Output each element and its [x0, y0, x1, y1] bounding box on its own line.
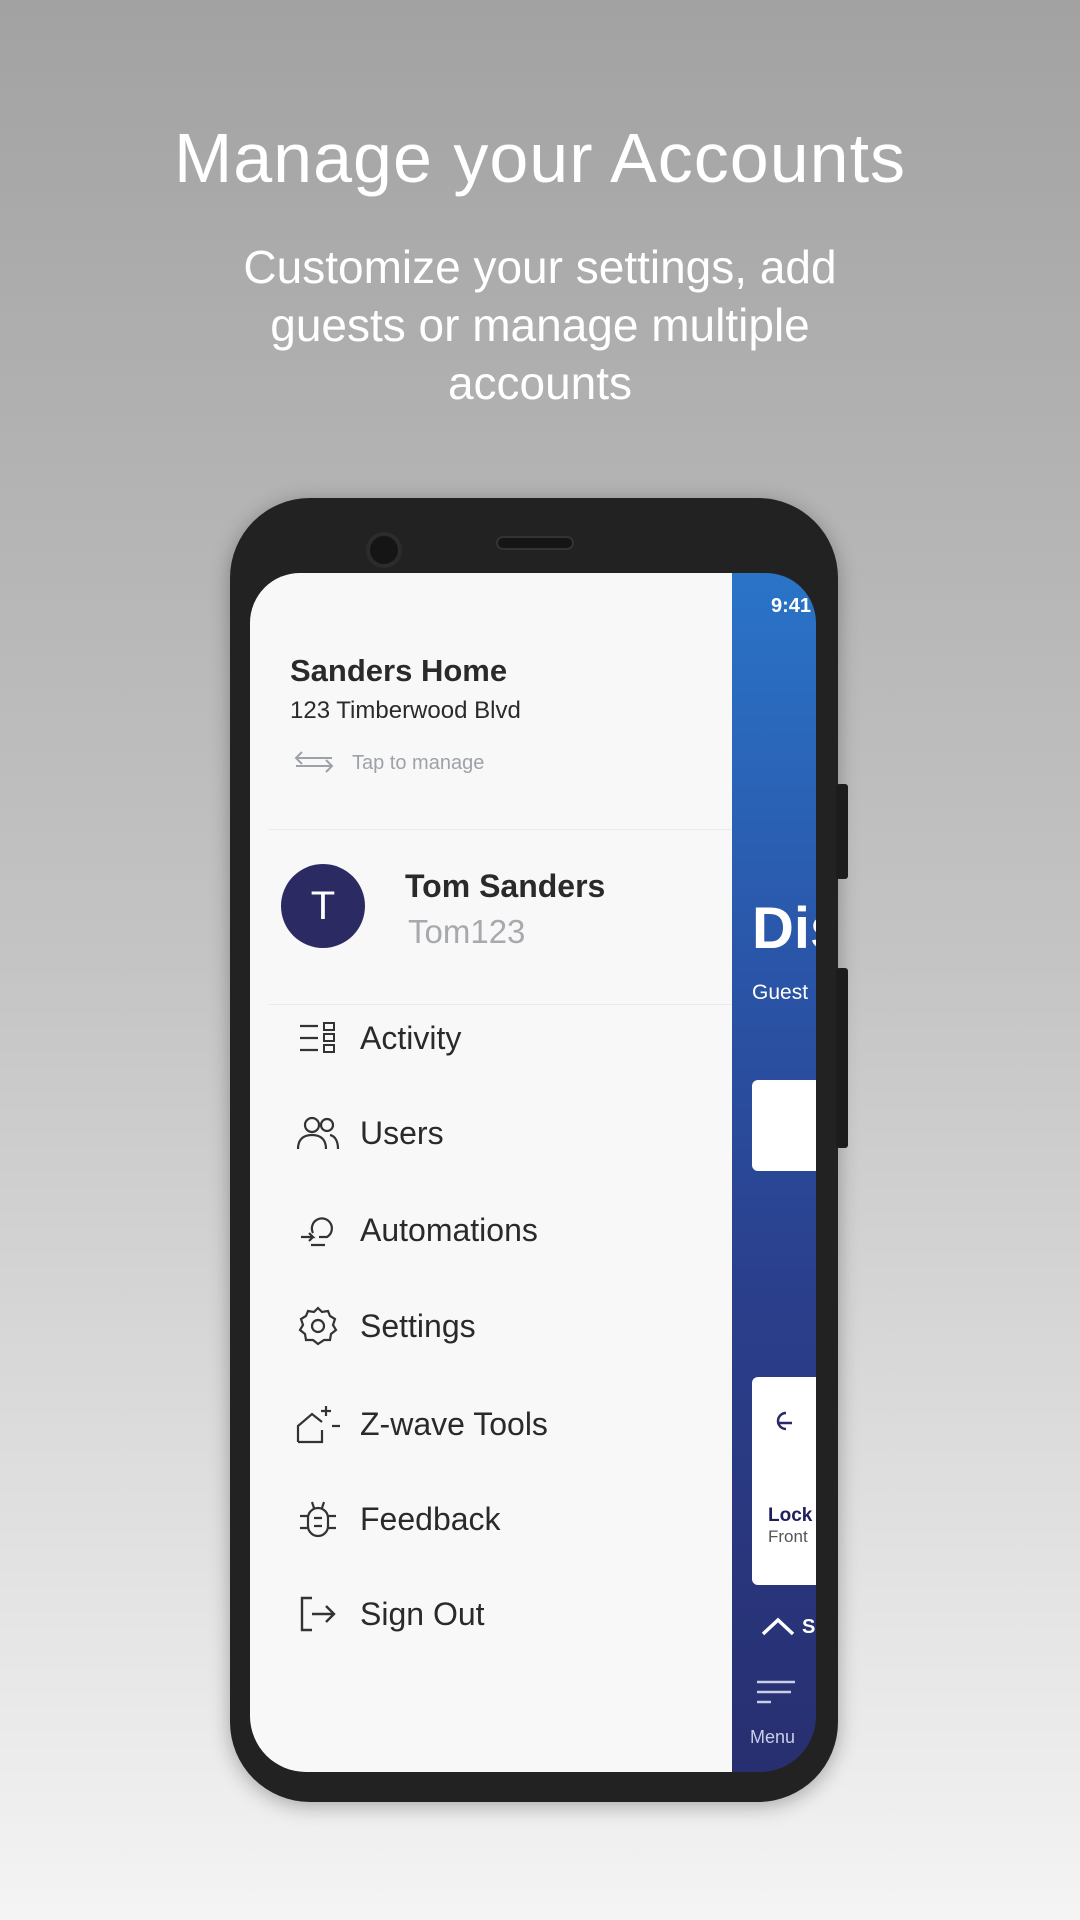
divider [268, 1004, 732, 1005]
lock-card[interactable]: Lock Front [752, 1377, 816, 1585]
power-button [836, 784, 848, 879]
menu-item-feedback[interactable]: Feedback [294, 1489, 501, 1549]
menu-item-settings[interactable]: Settings [294, 1296, 476, 1356]
bug-icon [294, 1495, 342, 1543]
gear-icon [294, 1302, 342, 1350]
dashboard-heading: Dis [752, 896, 816, 961]
menu-item-activity[interactable]: Activity [294, 1008, 461, 1068]
lock-icon [776, 1411, 792, 1431]
menu-item-label: Sign Out [360, 1595, 485, 1632]
speaker [496, 536, 574, 550]
promo-subtitle: Customize your settings, add guests or m… [243, 241, 837, 409]
menu-icon[interactable] [755, 1679, 797, 1711]
menu-item-zwave-tools[interactable]: Z-wave Tools [294, 1394, 548, 1454]
promo-title: Manage your Accounts [173, 119, 907, 197]
tap-to-manage-label: Tap to manage [352, 752, 485, 774]
camera [366, 532, 402, 568]
menu-item-label: Users [360, 1114, 444, 1151]
dashboard-subheading: Guest [752, 981, 809, 1004]
menu-item-label: Automations [360, 1211, 538, 1248]
automations-icon [294, 1206, 342, 1254]
user-name: Tom Sanders [405, 868, 606, 904]
dashboard-card[interactable] [752, 1080, 816, 1171]
home-name: Sanders Home [290, 653, 508, 688]
menu-item-automations[interactable]: Automations [294, 1200, 538, 1260]
activity-list-icon [294, 1014, 342, 1062]
lock-card-title: Lock [768, 1505, 813, 1526]
navigation-drawer: Sanders Home 123 Timberwood Blvd Tap to … [250, 573, 732, 1772]
zwave-home-icon [294, 1400, 342, 1448]
chevron-up-icon[interactable] [760, 1615, 796, 1637]
menu-label[interactable]: Menu [750, 1727, 795, 1748]
collapse-label: S [802, 1616, 816, 1638]
phone-frame: 9:41 Dis Guest Lock Front S Menu Sanders… [230, 498, 848, 1802]
menu-item-sign-out[interactable]: Sign Out [294, 1584, 485, 1644]
menu-item-label: Settings [360, 1307, 476, 1344]
users-icon [294, 1109, 342, 1157]
user-handle: Tom123 [408, 913, 526, 950]
swap-arrows-icon [294, 751, 334, 773]
lock-card-subtitle: Front [768, 1527, 808, 1546]
volume-button [836, 968, 848, 1148]
menu-item-users[interactable]: Users [294, 1103, 444, 1163]
phone-screen: 9:41 Dis Guest Lock Front S Menu Sanders… [250, 573, 816, 1772]
avatar: T [281, 864, 365, 948]
status-time: 9:41 [771, 595, 812, 617]
sign-out-icon [294, 1590, 342, 1638]
divider [268, 829, 732, 830]
menu-item-label: Z-wave Tools [360, 1405, 548, 1442]
menu-item-label: Activity [360, 1019, 462, 1056]
menu-item-label: Feedback [360, 1500, 501, 1537]
home-address: 123 Timberwood Blvd [290, 697, 521, 724]
